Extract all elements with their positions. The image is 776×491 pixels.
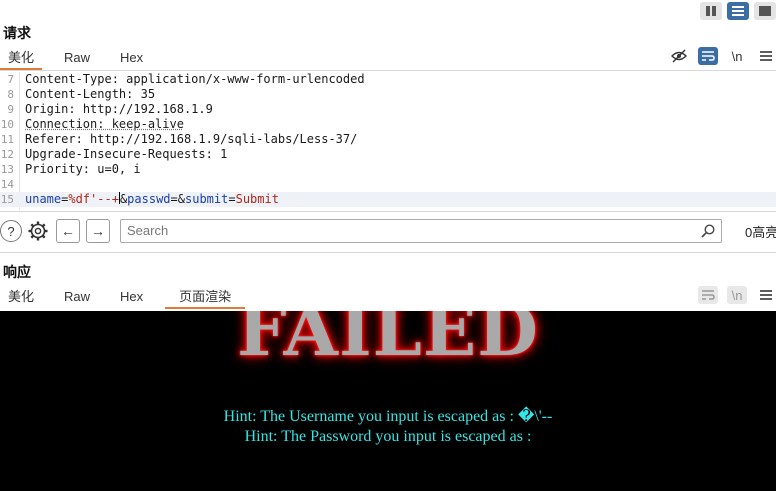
search-input[interactable]: Search (120, 219, 722, 243)
param-name-uname: uname (25, 192, 62, 206)
failed-banner: FAILED (237, 311, 539, 372)
search-row: ? ← → Search 0高亮 (0, 218, 776, 244)
request-line: 9 Origin: http://192.168.1.9 (7, 102, 213, 116)
wrap-icon[interactable] (698, 286, 718, 304)
hint-username: Hint: The Username you input is escaped … (223, 408, 553, 425)
param-name-submit: submit (185, 192, 229, 206)
request-tab-raw[interactable]: Raw (56, 48, 98, 68)
request-tab-pretty[interactable]: 美化 (0, 48, 43, 70)
request-line: 10 Connection: keep-alive (0, 117, 184, 131)
wrap-icon[interactable] (698, 47, 718, 65)
section-divider (0, 252, 776, 253)
newline-icon[interactable]: \n (727, 286, 747, 304)
menu-icon[interactable] (756, 47, 776, 65)
param-name-passwd: passwd (127, 192, 171, 206)
editor-divider (0, 211, 776, 212)
param-value-uname: %df'--+ (68, 192, 119, 206)
response-tab-raw[interactable]: Raw (56, 287, 98, 307)
request-line-empty: 14 (0, 178, 14, 191)
request-divider (0, 70, 776, 71)
search-placeholder: Search (127, 223, 169, 238)
request-line: 7 Content-Type: application/x-www-form-ur… (7, 72, 365, 86)
rendered-page[interactable]: FAILED Hint: The Username you input is e… (0, 311, 776, 491)
request-line: 13 Priority: u=0, i (0, 162, 141, 176)
request-toolbar: \n (669, 47, 776, 65)
param-value-submit: Submit (235, 192, 279, 206)
highlight-count: 0高亮 (745, 225, 776, 240)
request-line: 11 Referer: http://192.168.1.9/sqli-labs/… (0, 132, 358, 146)
gear-icon[interactable] (27, 220, 49, 242)
request-tabs: 美化 Raw Hex (0, 48, 165, 70)
response-tabs: 美化 Raw Hex 页面渲染 (0, 287, 259, 309)
split-horizontal-toggle[interactable] (727, 2, 749, 20)
response-tab-render[interactable]: 页面渲染 (165, 287, 246, 309)
request-line: 8 Content-Length: 35 (7, 87, 156, 101)
response-tab-pretty[interactable]: 美化 (0, 287, 42, 307)
view-layout-toggles (700, 2, 776, 20)
back-arrow-icon[interactable]: ← (56, 219, 80, 243)
text-cursor (118, 192, 120, 204)
request-body-line: 15 uname=%df'--+&passwd=&submit=Submit (0, 192, 776, 207)
single-pane-toggle[interactable] (754, 2, 776, 20)
request-editor[interactable]: 7 Content-Type: application/x-www-form-ur… (0, 72, 776, 210)
menu-icon[interactable] (756, 286, 776, 304)
forward-arrow-icon[interactable]: → (86, 219, 110, 243)
response-toolbar: \n (698, 286, 776, 304)
help-icon[interactable]: ? (0, 220, 22, 242)
split-vertical-toggle[interactable] (700, 2, 722, 20)
eye-off-icon[interactable] (669, 47, 689, 65)
newline-icon[interactable]: \n (727, 47, 747, 65)
request-tab-hex[interactable]: Hex (112, 48, 151, 68)
response-title: 响应 (3, 264, 31, 280)
hint-password: Hint: The Password you input is escaped … (244, 428, 532, 445)
response-tab-hex[interactable]: Hex (112, 287, 151, 307)
request-title: 请求 (3, 25, 31, 41)
search-icon[interactable] (701, 222, 715, 244)
request-line: 12 Upgrade-Insecure-Requests: 1 (0, 147, 228, 161)
